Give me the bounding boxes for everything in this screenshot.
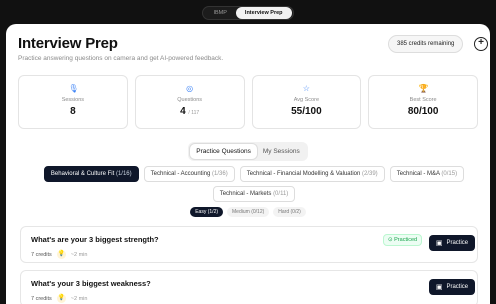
question-card: What's are your 3 biggest strength? 7 cr…	[20, 226, 478, 263]
practiced-badge: ⊙ Practiced	[383, 234, 423, 246]
stat-avg-score: ☆ Avg Score 55/100	[251, 75, 362, 129]
star-icon: ☆	[302, 84, 310, 93]
tab-group: Practice Questions My Sessions	[188, 142, 308, 161]
question-credits: 7 credits	[31, 295, 52, 302]
page-header: Interview Prep Practice answering questi…	[18, 35, 223, 62]
top-switcher: IBMP Interview Prep	[0, 0, 496, 26]
mic-icon: 🎙	[68, 84, 79, 93]
stats-row: 🎙 Sessions 8 ◎ Questions 4 / 117 ☆ Avg S…	[18, 75, 478, 129]
plus-circle-icon[interactable]: +	[474, 37, 488, 51]
lightbulb-icon: 💡	[56, 294, 66, 303]
tab-my-sessions[interactable]: My Sessions	[257, 144, 306, 159]
page-subtitle: Practice answering questions on camera a…	[18, 55, 224, 62]
page-title: Interview Prep	[18, 35, 118, 52]
app-frame: IBMP Interview Prep Interview Prep Pract…	[0, 0, 496, 304]
tab-practice-questions[interactable]: Practice Questions	[190, 144, 257, 159]
category-filters: Behavioral & Culture Fit (1/16) Technica…	[20, 166, 488, 202]
stat-sessions: 🎙 Sessions 8	[18, 75, 128, 129]
stat-label: Questions	[177, 97, 202, 103]
stat-value: 4 / 117	[180, 106, 200, 117]
question-meta: 7 credits 💡 ~2 min	[31, 250, 87, 259]
question-card: What's your 3 biggest weakness? 7 credit…	[20, 270, 478, 304]
category-markets[interactable]: Technical - Markets (0/11)	[212, 186, 296, 202]
category-ma[interactable]: Technical - M&A (0/15)	[389, 166, 465, 182]
tab-ibmp[interactable]: IBMP	[204, 7, 235, 19]
stat-value: 80/100	[407, 106, 439, 117]
tab-interview-prep[interactable]: Interview Prep	[235, 7, 292, 19]
question-title: What's are your 3 biggest strength?	[31, 235, 159, 244]
main-panel: Interview Prep Practice answering questi…	[6, 24, 490, 304]
question-duration: ~2 min	[70, 251, 88, 258]
stat-value: 8	[70, 106, 76, 117]
target-icon: ◎	[186, 84, 194, 93]
question-title: What's your 3 biggest weakness?	[31, 279, 151, 288]
question-meta: 7 credits 💡 ~2 min	[31, 294, 87, 303]
stat-best-score: 🏆 Best Score 80/100	[368, 75, 478, 129]
stat-label: Sessions	[61, 97, 85, 103]
difficulty-easy[interactable]: Easy (1/2)	[190, 207, 224, 217]
stat-value: 55/100	[291, 106, 322, 117]
category-accounting[interactable]: Technical - Accounting (1/36)	[143, 166, 235, 182]
category-behavioral[interactable]: Behavioral & Culture Fit (1/16)	[43, 166, 139, 182]
difficulty-filters: Easy (1/2) Medium (0/12) Hard (0/2)	[6, 207, 490, 217]
difficulty-hard[interactable]: Hard (0/2)	[273, 207, 306, 217]
camera-icon: ▣	[435, 284, 443, 291]
question-duration: ~2 min	[70, 295, 88, 302]
camera-icon: ▣	[435, 240, 443, 247]
stat-questions: ◎ Questions 4 / 117	[134, 75, 245, 129]
credits-badge: 385 credits remaining	[388, 35, 464, 53]
difficulty-medium[interactable]: Medium (0/12)	[227, 207, 270, 217]
mode-segmented-control: IBMP Interview Prep	[202, 6, 294, 20]
lightbulb-icon: 💡	[56, 250, 66, 259]
practice-button[interactable]: ▣ Practice	[429, 235, 475, 251]
question-credits: 7 credits	[31, 251, 52, 258]
practice-button[interactable]: ▣ Practice	[429, 279, 475, 295]
trophy-icon: 🏆	[418, 84, 429, 93]
category-modelling[interactable]: Technical - Financial Modelling & Valuat…	[239, 166, 385, 182]
view-tabs: Practice Questions My Sessions	[6, 142, 490, 161]
stat-label: Best Score	[409, 97, 437, 103]
stat-label: Avg Score	[293, 97, 320, 103]
